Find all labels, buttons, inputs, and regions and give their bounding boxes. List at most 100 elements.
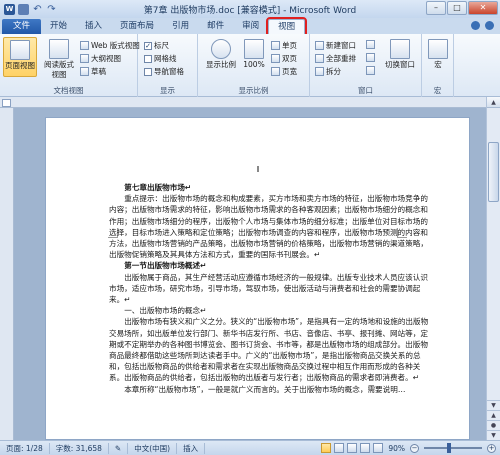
web-layout-button[interactable]: Web 版式视图 xyxy=(80,40,140,51)
new-window-label: 新建窗口 xyxy=(326,41,356,50)
status-bar: 页面: 1/28 字数: 31,658 ✎ 中文(中国) 插入 90% − + xyxy=(0,440,500,455)
switch-windows-label: 切换窗口 xyxy=(385,60,415,69)
ribbon-tabs: 文件 开始 插入 页面布局 引用 邮件 审阅 视图 xyxy=(0,17,500,36)
reading-view-icon xyxy=(49,39,69,59)
group-label-window: 窗口 xyxy=(358,86,373,95)
draft-button[interactable]: 草稿 xyxy=(80,66,106,77)
vertical-scrollbar[interactable]: ▲ ▼ ▲ ● ▼ xyxy=(486,97,500,440)
section-heading: 第一节出版物市场概述↵ xyxy=(124,261,207,271)
outline-label: 大纲视图 xyxy=(91,54,121,63)
sync-scroll-icon xyxy=(366,53,375,62)
switch-windows-button[interactable]: 切换窗口 xyxy=(380,39,420,70)
title-bar: W ↶ ↷ 第7章 出版物市场.doc [兼容模式] - Microsoft W… xyxy=(0,0,500,18)
reading-view-label: 阅读版式 视图 xyxy=(44,60,74,79)
window-controls: – □ ✕ xyxy=(426,1,498,15)
zoom-level[interactable]: 90% xyxy=(386,444,407,453)
ribbon-view: 页面视图 阅读版式 视图 Web 版式视图 大纲视图 草稿 文档视图 ✓ 标尺 … xyxy=(0,34,500,97)
switch-windows-icon xyxy=(390,39,410,59)
ruler-checkbox[interactable]: ✓ 标尺 xyxy=(144,40,169,51)
one-page-button[interactable]: 单页 xyxy=(271,40,297,51)
group-zoom: 显示比例 100% 单页 双页 页宽 显示比例 xyxy=(198,34,310,97)
new-window-icon xyxy=(315,41,324,50)
tab-review[interactable]: 审阅 xyxy=(233,19,268,34)
zoom-100-button[interactable]: 100% xyxy=(240,39,268,70)
web-layout-label: Web 版式视图 xyxy=(91,41,140,50)
zoom-label: 显示比例 xyxy=(206,60,236,69)
tab-file[interactable]: 文件 xyxy=(2,19,42,34)
one-page-label: 单页 xyxy=(282,41,297,50)
tab-view[interactable]: 视图 xyxy=(266,17,308,36)
tab-mailings[interactable]: 邮件 xyxy=(198,19,233,34)
tab-insert[interactable]: 插入 xyxy=(76,19,111,34)
scroll-down-button[interactable]: ▼ xyxy=(487,400,500,410)
arrange-all-button[interactable]: 全部重排 xyxy=(315,53,356,64)
page-width-button[interactable]: 页宽 xyxy=(271,66,297,77)
macros-label: 宏 xyxy=(434,60,442,69)
print-layout-view-icon[interactable] xyxy=(321,443,332,453)
maximize-button[interactable]: □ xyxy=(447,1,467,15)
full-reading-button[interactable]: 阅读版式 视图 xyxy=(40,39,78,80)
browse-object-button[interactable]: ● xyxy=(487,420,500,430)
zoom-slider-knob[interactable] xyxy=(447,443,451,453)
vertical-ruler[interactable] xyxy=(0,108,14,440)
previous-page-button[interactable]: ▲ xyxy=(487,410,500,420)
tab-home[interactable]: 开始 xyxy=(41,19,76,34)
new-window-button[interactable]: 新建窗口 xyxy=(315,40,356,51)
print-layout-icon xyxy=(10,40,30,60)
two-pages-button[interactable]: 双页 xyxy=(271,53,297,64)
minimize-button[interactable]: – xyxy=(426,1,446,15)
group-show: ✓ 标尺 网格线 导航窗格 显示 xyxy=(138,34,198,97)
ruler-check-icon: ✓ xyxy=(144,41,152,50)
zoom-slider[interactable] xyxy=(424,443,482,453)
language-indicator[interactable]: 中文(中国) xyxy=(128,442,178,454)
page-width-label: 页宽 xyxy=(282,67,297,76)
zoom-button[interactable]: 显示比例 xyxy=(202,39,240,70)
gridlines-label: 网格线 xyxy=(154,54,177,63)
macros-button[interactable]: 宏 xyxy=(426,39,450,70)
outline-view-icon[interactable] xyxy=(360,443,371,453)
document-body[interactable]: 第七章出版物市场↵ 重点提示：出版物市场的概念和构成要素，买方市场和卖方市场的特… xyxy=(109,182,434,395)
two-pages-label: 双页 xyxy=(282,54,297,63)
group-label-show: 显示 xyxy=(160,86,175,95)
print-layout-label: 页面视图 xyxy=(5,61,35,70)
full-screen-reading-icon[interactable] xyxy=(334,443,345,453)
zoom-in-button[interactable]: + xyxy=(487,443,496,453)
word-count[interactable]: 字数: 31,658 xyxy=(50,442,109,454)
paragraph-note: 本章所称“出版物市场”，一般是就广义而言的。关于出版物市场的概念，需要说明… xyxy=(124,384,406,394)
web-layout-icon xyxy=(80,41,89,50)
next-page-button[interactable]: ▼ xyxy=(487,430,500,440)
group-label-document-views: 文档视图 xyxy=(53,86,84,95)
web-layout-view-icon[interactable] xyxy=(347,443,358,453)
outline-button[interactable]: 大纲视图 xyxy=(80,53,121,64)
subheading-concept: 一、出版物市场的概念↵ xyxy=(124,306,207,316)
minimize-ribbon-icon[interactable] xyxy=(471,21,480,30)
horizontal-ruler[interactable] xyxy=(0,97,486,108)
page-count[interactable]: 页面: 1/28 xyxy=(0,442,50,454)
arrange-all-label: 全部重排 xyxy=(326,54,356,63)
tab-page-layout[interactable]: 页面布局 xyxy=(111,19,163,34)
nav-pane-check-icon xyxy=(144,67,152,76)
split-button[interactable]: 拆分 xyxy=(315,66,341,77)
print-layout-button[interactable]: 页面视图 xyxy=(3,37,37,77)
scroll-up-button[interactable]: ▲ xyxy=(487,97,500,108)
insert-mode[interactable]: 插入 xyxy=(177,442,206,454)
scroll-thumb[interactable] xyxy=(488,142,499,202)
tab-references[interactable]: 引用 xyxy=(163,19,198,34)
tab-selector[interactable] xyxy=(2,99,11,107)
spell-check-icon[interactable]: ✎ xyxy=(109,442,129,454)
close-button[interactable]: ✕ xyxy=(468,1,498,15)
nav-pane-checkbox[interactable]: 导航窗格 xyxy=(144,66,184,77)
sync-scroll-button[interactable] xyxy=(366,53,375,62)
gridlines-checkbox[interactable]: 网格线 xyxy=(144,53,177,64)
draft-view-icon[interactable] xyxy=(373,443,384,453)
paragraph-intro: 出版物属于商品，其生产经营活动应遵循市场经济的一般规律。出版专业技术人员应该认识… xyxy=(109,272,428,305)
side-by-side-button[interactable] xyxy=(366,40,375,49)
zoom-out-button[interactable]: − xyxy=(410,443,419,453)
one-page-icon xyxy=(271,41,280,50)
arrange-all-icon xyxy=(315,54,324,63)
document-page[interactable]: 第七章出版物市场↵ 重点提示：出版物市场的概念和构成要素，买方市场和卖方市场的特… xyxy=(45,117,470,440)
draft-icon xyxy=(80,67,89,76)
reset-position-button[interactable] xyxy=(366,66,375,75)
reset-position-icon xyxy=(366,66,375,75)
help-icon[interactable] xyxy=(485,21,494,30)
